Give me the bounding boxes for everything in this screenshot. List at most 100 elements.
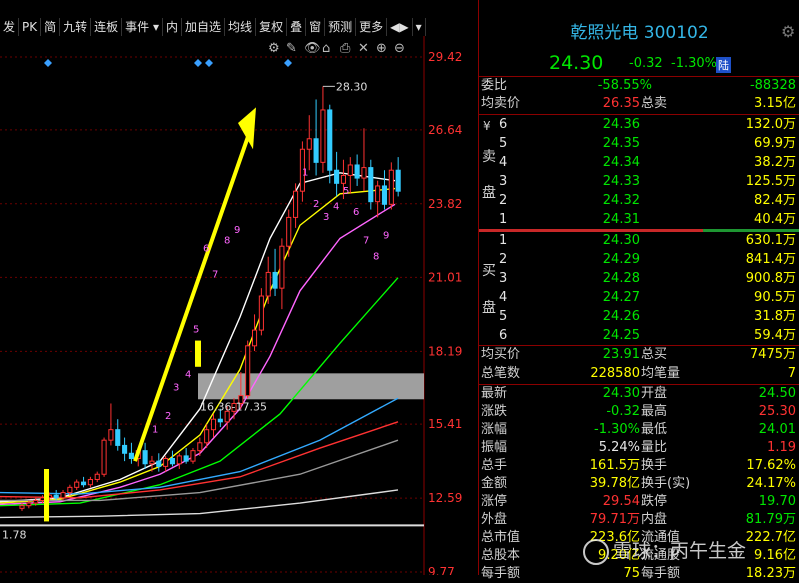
candle-body (142, 450, 148, 465)
gap-range-label: 16.36-17.35 (200, 400, 267, 413)
chart-tool-icon[interactable]: ⊕ (376, 41, 387, 56)
level-number: 4 (499, 290, 508, 305)
toolbar-item[interactable]: 窗 (306, 18, 326, 36)
chart-tool-icon[interactable]: ✎ (286, 41, 297, 56)
chart-tool-icon[interactable]: ⎙ (340, 41, 351, 56)
candle-body (176, 455, 182, 465)
candle-body (327, 109, 333, 171)
candle-body (94, 473, 100, 480)
stat-value: 1.19 (767, 440, 796, 455)
moving-average-line (0, 172, 396, 503)
toolbar-item[interactable]: 复权 (256, 18, 288, 36)
toolbar-item[interactable]: ▾ (413, 18, 426, 36)
toolbar-item[interactable]: 事件 ▾ (122, 18, 164, 36)
stat-label: 换手 (641, 458, 668, 473)
level-volume: 630.1万 (745, 233, 796, 248)
sell-level-row[interactable]: 1 24.31 40.4万 (479, 211, 799, 229)
sell-level-row[interactable]: 5 24.35 69.9万 (479, 135, 799, 153)
stat-label: 最低 (641, 422, 668, 437)
candle-body (128, 452, 134, 460)
chart-tool-icon[interactable]: ⌂ (322, 41, 330, 56)
toolbar-item[interactable]: 预测 (325, 18, 357, 36)
stat-label: 换手(实) (641, 476, 691, 491)
sell-level-row[interactable]: 3 24.33 125.5万 (479, 173, 799, 191)
sequence-number-up: 2 (165, 411, 171, 422)
y-tick-label: 15.41 (428, 417, 462, 431)
level-number: 5 (499, 309, 508, 324)
avg-trade-label: 均笔量 (641, 366, 681, 381)
candle-body (163, 458, 169, 467)
candle-body (265, 271, 271, 297)
level-volume: 841.4万 (745, 252, 796, 267)
stat-value: 75 (623, 566, 640, 581)
sequence-number-up: 3 (173, 382, 179, 393)
stat-value: 24.17% (746, 476, 796, 491)
y-tick-label: 29.42 (428, 50, 462, 64)
level-volume: 31.8万 (754, 309, 796, 324)
sell-level-row[interactable]: 2 24.32 82.4万 (479, 192, 799, 210)
level-price: 24.34 (602, 155, 640, 170)
candle-body (115, 429, 121, 446)
buy-level-row[interactable]: 3 24.28 900.8万 (479, 270, 799, 288)
buy-level-row[interactable]: 1 24.30 630.1万 (479, 232, 799, 250)
candle-body (320, 109, 326, 163)
level-number: 6 (499, 117, 508, 132)
toolbar-item[interactable]: 九转 (60, 18, 92, 36)
toolbar-item[interactable]: 发 (0, 18, 20, 36)
buy-level-row[interactable]: 4 24.27 90.5万 (479, 289, 799, 307)
chart-tool-icon[interactable]: 👁 (304, 41, 321, 56)
stat-row: 总手 161.5万 换手 17.62% (479, 457, 799, 475)
settings-gear-icon[interactable]: ⚙ (781, 22, 795, 41)
level-price: 24.26 (602, 309, 640, 324)
buy-level-row[interactable]: 2 24.29 841.4万 (479, 251, 799, 269)
sell-level-row[interactable]: 6 24.36 132.0万 (479, 116, 799, 134)
total-sell-label: 总卖 (641, 96, 668, 111)
chart-tool-icon[interactable]: ⚙ (268, 41, 280, 56)
toolbar-item[interactable]: 均线 (225, 18, 257, 36)
toolbar-item[interactable]: 加自选 (182, 18, 226, 36)
chart-tool-icon[interactable]: ✕ (358, 41, 369, 56)
toolbar-item[interactable]: 内 (163, 18, 183, 36)
candle-body (39, 497, 46, 501)
toolbar-item[interactable]: 连板 (91, 18, 123, 36)
level-volume: 59.4万 (754, 328, 796, 343)
toolbar-item[interactable]: 更多 (356, 18, 388, 36)
y-tick-label: 18.19 (428, 344, 462, 358)
candle-body (334, 169, 340, 184)
toolbar-item[interactable]: ◀▶ (387, 18, 413, 36)
candle-body (340, 174, 346, 184)
toolbar-item[interactable]: 叠 (287, 18, 307, 36)
sequence-number-down: 3 (323, 212, 329, 223)
candle-body (122, 444, 128, 454)
level-price: 24.30 (602, 233, 640, 248)
stat-value: 39.78亿 (589, 476, 640, 491)
level-number: 3 (499, 174, 508, 189)
weibi-diff: -88328 (749, 78, 796, 93)
sell-level-row[interactable]: 4 24.34 38.2万 (479, 154, 799, 172)
stat-label: 每手额 (481, 566, 521, 581)
stat-value: 9.16亿 (754, 548, 796, 563)
candle-body (197, 442, 203, 452)
stat-label: 金额 (481, 476, 508, 491)
chart-tool-icon[interactable]: ⊖ (394, 41, 405, 56)
buy-level-row[interactable]: 6 24.25 59.4万 (479, 327, 799, 345)
candle-body (81, 481, 87, 486)
toolbar-item[interactable]: PK (19, 18, 42, 36)
last-price: 24.30 (549, 52, 604, 74)
candle-body (279, 245, 285, 289)
candle-body (149, 460, 155, 465)
watermark-logo-icon (583, 538, 609, 565)
stat-value: 161.5万 (589, 458, 640, 473)
stat-row: 金额 39.78亿 换手(实) 24.17% (479, 475, 799, 493)
buy-level-row[interactable]: 5 24.26 31.8万 (479, 308, 799, 326)
toolbar-item[interactable]: 简 (41, 18, 61, 36)
candle-body (101, 439, 107, 475)
sequence-number-down: 1 (302, 167, 308, 178)
candle-body (53, 494, 59, 499)
kline-chart[interactable]: 29.42 26.64 23.82 21.01 18.19 15.41 12.59 9.77 1… (0, 0, 470, 575)
y-tick-label: 12.59 (428, 491, 462, 505)
level-number: 5 (499, 136, 508, 151)
level-volume: 82.4万 (754, 193, 796, 208)
avg-buy-row: 均买价 23.91 总买 7475万 (479, 346, 799, 364)
avg-trade-value: 7 (787, 366, 796, 381)
